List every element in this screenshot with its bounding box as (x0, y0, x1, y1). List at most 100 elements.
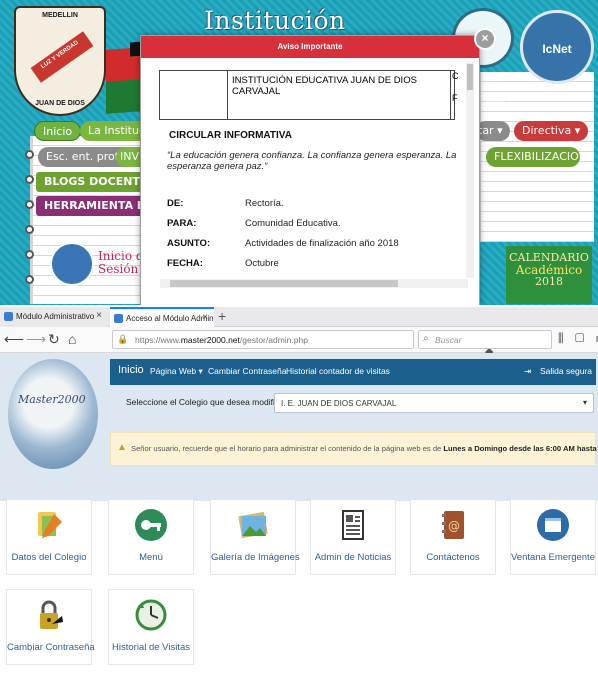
browser-toolbar: ⟵ ⟶ ↻ ⌂ 🔒 https://www.master2000.net/ges… (0, 327, 598, 371)
tab-close-icon[interactable]: × (96, 310, 102, 321)
modal-horizontal-scrollbar[interactable] (160, 279, 468, 288)
icnet-certification-logo: IcNet (520, 10, 594, 84)
letterhead-logo-cell (160, 71, 228, 119)
padlock-icon (40, 600, 63, 629)
chevron-down-icon: ▾ (582, 398, 587, 407)
tile-label: Contáctenos (426, 552, 480, 563)
edit-icon (38, 512, 62, 538)
shield-motto: LUZ Y VERDAD (40, 39, 80, 71)
partial-text-line: 01 (484, 71, 495, 81)
field-value: Actividades de finalización año 2018 (245, 238, 399, 249)
tile-menu[interactable]: Menú (108, 499, 194, 575)
college-select[interactable]: I. E. JUAN DE DIOS CARVAJAL ▾ (274, 393, 594, 413)
field-label: PARA: (167, 218, 197, 229)
nav-inicio[interactable]: Inicio (34, 121, 82, 141)
admin-nav-inicio[interactable]: Inicio (118, 364, 144, 376)
college-select-row: Seleccione el Colegio que desea modifica… (110, 389, 596, 417)
master2000-logo-text: Master2000 (18, 393, 86, 406)
url-text: https://www.master2000.net/gestor/admin.… (135, 335, 308, 345)
master2000-logo (8, 359, 98, 469)
tile-galeria[interactable]: Galería de Imágenes (210, 499, 300, 575)
reload-icon[interactable]: ↻ (48, 331, 60, 348)
library-sidebar-menu-icons[interactable]: ⫼ ▢ ☰ (558, 331, 598, 346)
spiral-ring (25, 275, 34, 284)
circular-title: CIRCULAR INFORMATIVA (169, 130, 292, 141)
url-path: /gestor/admin.php (239, 335, 308, 345)
shield-top-text: MEDELLIN (42, 12, 78, 19)
letterhead-institution: INSTITUCIÓN EDUCATIVA JUAN DE DIOS CARVA… (232, 75, 417, 97)
admin-nav-pagina-web[interactable]: Página Web ▾ (150, 366, 203, 377)
home-icon[interactable]: ⌂ (68, 331, 76, 347)
letterhead-right-text: C (452, 71, 458, 81)
college-select-label: Seleccione el Colegio que desea modifica… (126, 397, 290, 407)
newspaper-icon (342, 510, 364, 540)
tile-ventana-emergente[interactable]: Ventana Emergente (510, 499, 596, 575)
scrollbar-thumb[interactable] (170, 280, 398, 287)
tile-datos-colegio[interactable]: Datos del Colegio (6, 499, 92, 575)
calendar-line: 2018 (535, 275, 563, 288)
nav-herramienta-integra[interactable]: HERRAMIENTA INTEGRA (36, 196, 148, 216)
letterhead-table: INSTITUCIÓN EDUCATIVA JUAN DE DIOS CARVA… (159, 70, 458, 120)
modal-header: Aviso Importante (141, 36, 479, 58)
field-label: FECHA: (167, 258, 203, 269)
image-gallery-icon (238, 511, 268, 539)
partial-text-line: 5697-1 (484, 95, 513, 105)
warning-text-prefix: Señor usuario, recuerde que el horario p… (131, 444, 444, 453)
svg-text:@: @ (448, 519, 460, 533)
admin-browser-screenshot: Módulo Administrativo × Acceso al Módulo… (0, 307, 598, 684)
tab-title: Acceso al Módulo Administr (126, 314, 214, 323)
tile-label: Galería de Imágenes (211, 552, 300, 563)
letterhead-right-cell: C F (450, 71, 458, 119)
back-icon[interactable]: ⟵ (4, 331, 24, 348)
tab-close-icon[interactable]: × (202, 312, 208, 323)
tab-title: Módulo Administrativo (16, 312, 95, 321)
tile-cambiar-contrasena[interactable]: Cambiar Contraseña (6, 589, 95, 665)
warning-text-hours: Lunes a Domingo desde las 6:00 AM hasta … (443, 444, 598, 453)
warning-icon: ▲ (117, 442, 127, 453)
nav-flexibilizacion[interactable]: FLEXIBILIZACION ▾ (486, 147, 580, 167)
login-globe-icon[interactable] (50, 242, 94, 286)
search-icon: ⌕ (423, 333, 429, 344)
tile-label: Cambiar Contraseña (7, 642, 95, 653)
tile-historial-visitas[interactable]: Historial de Visitas (108, 589, 194, 665)
spiral-ring (25, 200, 34, 209)
tile-label: Datos del Colegio (11, 552, 87, 563)
modal-close-button[interactable]: × (474, 28, 496, 50)
tile-contactenos[interactable]: @ Contáctenos (410, 499, 496, 575)
browser-search-box[interactable]: ⌕ Buscar (418, 330, 552, 349)
spiral-ring (25, 175, 34, 184)
url-prefix: https://www. (135, 335, 181, 345)
tile-label: Historial de Visitas (112, 642, 190, 653)
browser-tab-active[interactable]: Acceso al Módulo Administr × (110, 307, 214, 327)
shield-bottom-text: JUAN DE DIOS (35, 100, 85, 107)
admin-nav-historial[interactable]: Historial contador de visitas (286, 366, 390, 376)
admin-nav-salida-segura[interactable]: Salida segura (540, 366, 592, 376)
browser-tab[interactable]: Módulo Administrativo × (0, 307, 108, 327)
modal-vertical-scrollbar[interactable] (466, 62, 474, 278)
tile-admin-noticias[interactable]: Admin de Noticias (310, 499, 396, 575)
new-tab-button[interactable]: + (218, 308, 226, 324)
clock-history-icon (135, 599, 167, 631)
search-placeholder: Buscar (435, 335, 462, 345)
nav-blogs-docentes[interactable]: BLOGS DOCENTES (36, 172, 155, 192)
nav-estar[interactable]: tar ▾ (476, 121, 510, 141)
letterhead-right-text: F (452, 93, 458, 103)
nav-directiva[interactable]: Directiva ▾ (514, 121, 589, 141)
browser-tab-bar: Módulo Administrativo × Acceso al Módulo… (0, 307, 598, 327)
forward-icon[interactable]: ⟶ (26, 331, 46, 348)
url-domain: master2000.net (180, 335, 240, 345)
notice-modal: Aviso Importante INSTITUCIÓN EDUCATIVA J… (140, 35, 480, 305)
scrollbar-thumb[interactable] (467, 64, 473, 90)
tab-favicon-icon (4, 312, 13, 321)
admin-nav-cambiar-contrasena[interactable]: Cambiar Contraseña (208, 366, 286, 376)
tile-label: Menú (139, 552, 163, 563)
school-shield-logo: MEDELLIN LUZ Y VERDAD JUAN DE DIOS (14, 6, 106, 116)
popup-window-icon (537, 509, 569, 541)
calendar-banner[interactable]: CALENDARIO Académico 2018 (506, 246, 592, 304)
spiral-ring (25, 250, 34, 259)
address-book-icon: @ (442, 511, 464, 539)
address-bar[interactable]: 🔒 https://www.master2000.net/gestor/admi… (112, 330, 500, 371)
admin-navbar: Inicio Página Web ▾ Cambiar Contraseña H… (110, 359, 596, 385)
key-icon (135, 509, 167, 541)
lock-icon: 🔒 (117, 334, 129, 344)
